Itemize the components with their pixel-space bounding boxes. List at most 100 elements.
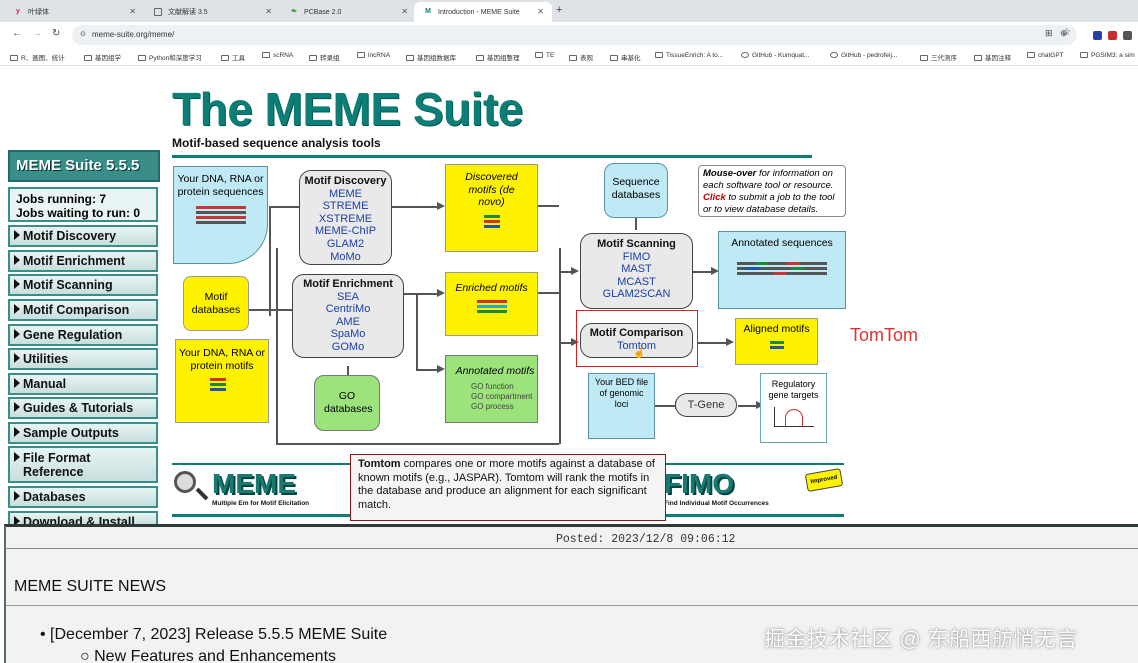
- sidebar-item-utilities[interactable]: Utilities: [8, 348, 158, 370]
- bookmark[interactable]: Python和深度学习: [138, 52, 202, 62]
- tool-xstreme[interactable]: XSTREME: [300, 213, 391, 226]
- sidebar-item-motif-discovery[interactable]: Motif Discovery: [8, 225, 158, 247]
- new-tab-icon[interactable]: +: [556, 4, 562, 16]
- close-icon[interactable]: ✕: [265, 7, 272, 16]
- bookmark[interactable]: 基因注释: [974, 52, 1011, 62]
- sidebar-item-file-format[interactable]: File Format Reference: [8, 446, 158, 483]
- bookmark[interactable]: 工具: [221, 52, 245, 62]
- meme-logo[interactable]: MEME: [212, 468, 296, 500]
- bookmark-star-icon[interactable]: ☆: [1062, 27, 1071, 38]
- sidebar-item-manual[interactable]: Manual: [8, 373, 158, 395]
- sidebar-item-sample-outputs[interactable]: Sample Outputs: [8, 422, 158, 444]
- bookmark[interactable]: 串基化: [610, 52, 641, 62]
- bookmark[interactable]: 基因组学: [84, 52, 121, 62]
- regulatory-targets[interactable]: Regulatory gene targets: [760, 373, 827, 443]
- tab-2[interactable]: 文献解读 3.5 ✕: [144, 2, 280, 22]
- close-icon[interactable]: ✕: [129, 7, 136, 16]
- tool-mcast[interactable]: MCAST: [581, 276, 692, 289]
- extension-icon[interactable]: [1108, 31, 1117, 40]
- close-icon[interactable]: ✕: [537, 7, 544, 16]
- connector-line: [269, 206, 299, 208]
- tool-ame[interactable]: AME: [293, 316, 403, 329]
- bookmark[interactable]: 基因组整理: [476, 52, 520, 62]
- bookmark[interactable]: GitHub - pedrofeij...: [830, 52, 897, 59]
- annotated-sequences[interactable]: Annotated sequences: [718, 231, 846, 309]
- sidebar-item-databases[interactable]: Databases: [8, 486, 158, 508]
- tool-mast[interactable]: MAST: [581, 263, 692, 276]
- go-databases[interactable]: GO databases: [314, 375, 380, 431]
- connector-line: [347, 366, 349, 375]
- tooltip-name: Tomtom: [358, 458, 401, 470]
- tool-meme-chip[interactable]: MEME-ChIP: [300, 225, 391, 238]
- tool-fimo[interactable]: FIMO: [581, 251, 692, 264]
- sidebar-item-guides[interactable]: Guides & Tutorials: [8, 397, 158, 419]
- bookmark[interactable]: 表观: [569, 52, 593, 62]
- jobs-waiting: Jobs waiting to run: 0: [16, 206, 141, 220]
- connector-line: [276, 248, 278, 443]
- tool-spamo[interactable]: SpaMo: [293, 328, 403, 341]
- sidebar-item-motif-comparison[interactable]: Motif Comparison: [8, 299, 158, 321]
- discovered-motifs[interactable]: Discovered motifs (de novo): [445, 164, 538, 252]
- bookmark[interactable]: 三代测序: [920, 52, 957, 62]
- input-motifs[interactable]: Your DNA, RNA or protein motifs: [175, 339, 269, 423]
- tab-3[interactable]: ❧ PCBase 2.0 ✕: [280, 2, 416, 22]
- tab-1[interactable]: y 叶绿体 ✕: [4, 2, 144, 22]
- bookmark[interactable]: R、画图、统计: [10, 52, 65, 62]
- annotated-motifs[interactable]: Annotated motifs GO function GO compartm…: [445, 355, 538, 423]
- tool-meme[interactable]: MEME: [300, 188, 391, 201]
- bookmark[interactable]: 转录组: [309, 52, 340, 62]
- connector-line: [559, 248, 561, 444]
- aligned-motifs[interactable]: Aligned motifs: [735, 318, 818, 365]
- reload-icon[interactable]: ↻: [52, 28, 60, 39]
- fimo-logo[interactable]: FIMO: [664, 468, 734, 500]
- bookmark[interactable]: chatGPT: [1027, 52, 1064, 59]
- bookmark[interactable]: scRNA: [262, 52, 293, 59]
- tool-glam2scan[interactable]: GLAM2SCAN: [581, 288, 692, 301]
- tgene-box[interactable]: T-Gene: [675, 393, 737, 417]
- tool-gomo[interactable]: GOMo: [293, 341, 403, 354]
- tab-active[interactable]: M Introduction - MEME Suite ✕: [414, 2, 552, 22]
- motif-enrichment-box[interactable]: Motif Enrichment SEA CentriMo AME SpaMo …: [292, 274, 404, 358]
- site-info-icon[interactable]: ⊙: [80, 25, 86, 45]
- folder-icon: [309, 55, 317, 61]
- motif-scanning-box[interactable]: Motif Scanning FIMO MAST MCAST GLAM2SCAN: [580, 233, 693, 309]
- motif-databases[interactable]: Motif databases: [183, 276, 249, 331]
- close-icon[interactable]: ✕: [401, 7, 408, 16]
- extension-icon[interactable]: [1123, 31, 1132, 40]
- version-badge[interactable]: MEME Suite 5.5.5: [8, 150, 160, 182]
- extension-icon[interactable]: [1093, 31, 1102, 40]
- forward-icon[interactable]: →: [32, 28, 42, 39]
- bookmark[interactable]: lncRNA: [357, 52, 390, 59]
- bed-file[interactable]: Your BED file of genomic loci: [588, 373, 655, 439]
- tool-momo[interactable]: MoMo: [300, 251, 391, 264]
- sidebar-item-gene-regulation[interactable]: Gene Regulation: [8, 324, 158, 346]
- bookmark[interactable]: TE: [535, 52, 554, 59]
- tool-sea[interactable]: SEA: [293, 291, 403, 304]
- page-icon: [1080, 52, 1088, 58]
- bookmark[interactable]: GitHub - Kumquat...: [741, 52, 809, 59]
- connector-line: [538, 205, 559, 207]
- sequence-databases[interactable]: Sequence databases: [604, 163, 668, 218]
- page-content: The MEME Suite Motif-based sequence anal…: [0, 66, 1138, 663]
- enriched-motifs[interactable]: Enriched motifs: [445, 272, 538, 336]
- bookmark[interactable]: 基因组数据库: [406, 52, 456, 62]
- go-compartment: GO compartment: [471, 391, 533, 401]
- bookmark[interactable]: PGSIM3: a sim: [1080, 52, 1135, 59]
- translate-icon[interactable]: ⊞: [1045, 28, 1053, 39]
- sidebar-item-motif-scanning[interactable]: Motif Scanning: [8, 274, 158, 296]
- tool-streme[interactable]: STREME: [300, 200, 391, 213]
- jobs-status[interactable]: Jobs running: 7 Jobs waiting to run: 0: [8, 187, 158, 222]
- bookmark[interactable]: TissueEnrich: A to...: [655, 52, 723, 59]
- tool-glam2[interactable]: GLAM2: [300, 238, 391, 251]
- url-input[interactable]: ⊙ meme-suite.org/meme/: [72, 25, 1077, 45]
- address-bar-row: ← → ↻ ⊙ meme-suite.org/meme/ ⊞ ⊕ ☆: [0, 22, 1138, 48]
- folder-icon: [84, 55, 92, 61]
- input-sequences[interactable]: Your DNA, RNA or protein sequences: [173, 166, 268, 264]
- page-title: The MEME Suite: [172, 83, 523, 135]
- tool-centrimo[interactable]: CentriMo: [293, 303, 403, 316]
- tool-tgene[interactable]: T-Gene: [676, 394, 736, 416]
- sidebar-item-motif-enrichment[interactable]: Motif Enrichment: [8, 250, 158, 272]
- annotated-lines-icon: [719, 261, 845, 275]
- back-icon[interactable]: ←: [12, 28, 22, 39]
- motif-discovery-box[interactable]: Motif Discovery MEME STREME XSTREME MEME…: [299, 170, 392, 265]
